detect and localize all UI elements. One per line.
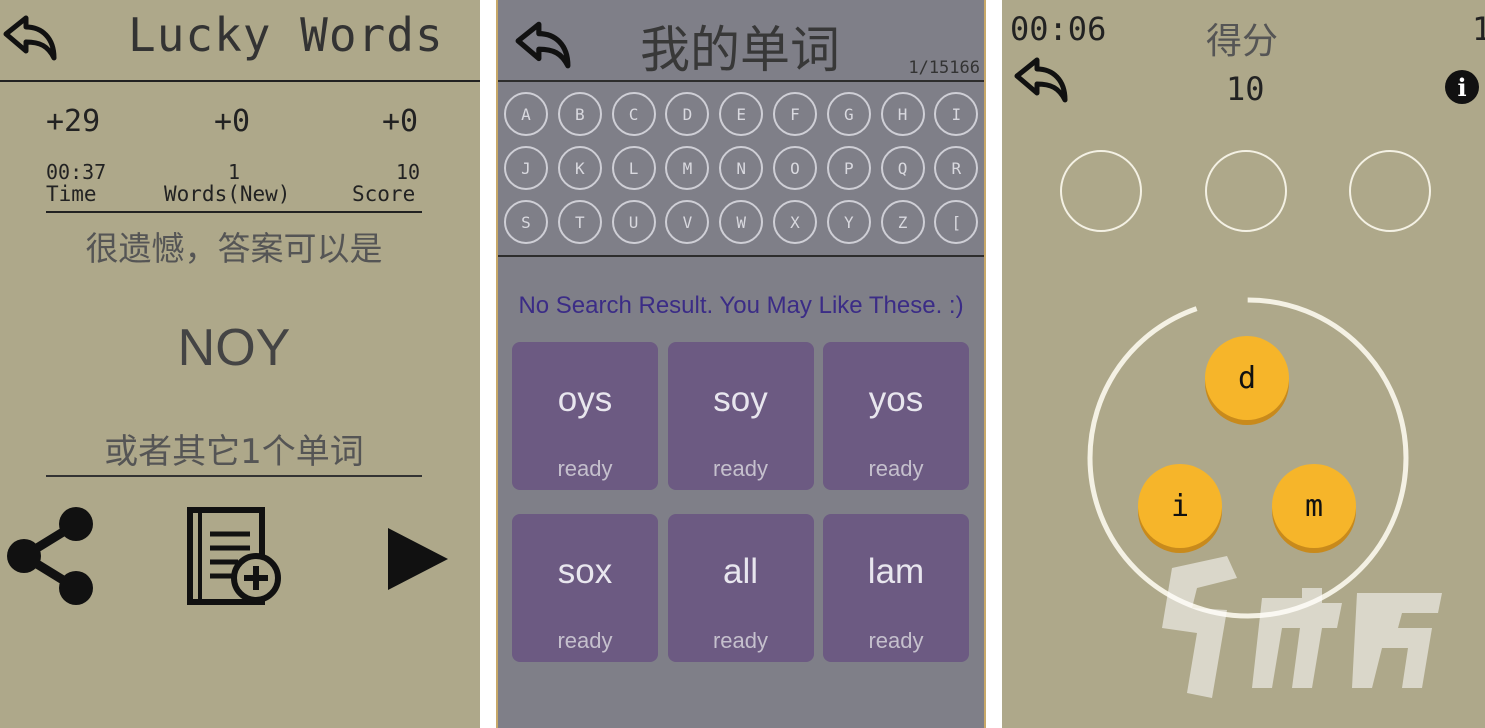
key-x[interactable]: X xyxy=(772,200,817,244)
key-i[interactable]: I xyxy=(934,92,979,136)
info-icon[interactable]: i xyxy=(1445,70,1479,104)
time-value: 00:37 xyxy=(46,160,107,184)
word-card-word: lam xyxy=(867,552,925,591)
key-h[interactable]: H xyxy=(880,92,925,136)
suggested-words-grid: oys ready soy ready yos ready sox ready … xyxy=(512,342,982,662)
key-g[interactable]: G xyxy=(826,92,871,136)
word-card-status: ready xyxy=(557,456,613,481)
key-q[interactable]: Q xyxy=(880,146,925,190)
key-e[interactable]: E xyxy=(719,92,764,136)
add-to-wordbook-icon[interactable] xyxy=(182,504,286,608)
key-w[interactable]: W xyxy=(719,200,764,244)
other-words-link[interactable]: 或者其它1个单词 xyxy=(0,424,468,473)
key-m[interactable]: M xyxy=(665,146,710,190)
word-card[interactable]: oys ready xyxy=(512,342,658,490)
back-arrow-icon[interactable] xyxy=(514,18,572,70)
word-card[interactable]: all ready xyxy=(667,514,814,662)
letter-tile[interactable]: d xyxy=(1205,336,1289,420)
word-card[interactable]: sox ready xyxy=(512,514,658,662)
key-u[interactable]: U xyxy=(611,200,656,244)
key-c[interactable]: C xyxy=(611,92,656,136)
word-card-word: sox xyxy=(557,552,613,591)
header-divider xyxy=(498,80,984,82)
word-card-word: yos xyxy=(868,380,924,419)
words-value: 1 xyxy=(228,160,241,184)
result-message: 很遗憾，答案可以是 xyxy=(85,229,383,268)
watermark-logo-icon xyxy=(1162,556,1442,698)
key-l[interactable]: L xyxy=(611,146,656,190)
word-card-status: ready xyxy=(712,628,769,653)
play-icon[interactable] xyxy=(386,526,450,592)
word-card[interactable]: soy ready xyxy=(667,342,814,490)
key-f[interactable]: F xyxy=(772,92,817,136)
score-value: 10 xyxy=(1226,70,1265,108)
key-j[interactable]: J xyxy=(504,146,548,190)
letter-tile[interactable]: m xyxy=(1272,464,1356,548)
word-card[interactable]: yos ready xyxy=(823,342,969,490)
header-divider xyxy=(0,80,480,82)
key-r[interactable]: R xyxy=(934,146,979,190)
word-card-status: ready xyxy=(868,456,924,481)
share-icon[interactable] xyxy=(4,504,96,608)
answer-divider xyxy=(46,475,422,477)
game-timer: 00:06 xyxy=(1010,10,1107,48)
stats-divider xyxy=(46,211,422,213)
letter-keyboard: A B C D E F G H I J K L M N O P Q R S T … xyxy=(504,92,984,254)
level-indicator: 1 xyxy=(1472,10,1485,48)
word-card[interactable]: lam ready xyxy=(823,514,969,662)
word-card-status: ready xyxy=(557,628,613,653)
key-k[interactable]: K xyxy=(557,146,602,190)
key-d[interactable]: D xyxy=(665,92,710,136)
my-words-screen: 我的单词 1/15166 A B C D E F G H I J K L M N… xyxy=(496,0,986,728)
word-card-status: ready xyxy=(712,456,769,481)
game-play-screen: 00:06 得分 1 10 i d i m xyxy=(1002,0,1485,728)
keyboard-divider xyxy=(498,255,984,257)
app-title: Lucky Words xyxy=(128,8,444,62)
word-card-word: all xyxy=(722,552,759,591)
page-title: 我的单词 xyxy=(640,21,840,79)
key-n[interactable]: N xyxy=(719,146,764,190)
letter-tile[interactable]: i xyxy=(1138,464,1222,548)
answer-slot[interactable] xyxy=(1205,150,1287,232)
word-card-word: oys xyxy=(557,380,613,419)
answer-slot[interactable] xyxy=(1349,150,1431,232)
key-o[interactable]: O xyxy=(772,146,817,190)
lucky-words-result-screen: Lucky Words +29 +0 +0 00:37 1 10 Time Wo… xyxy=(0,0,480,728)
answer-slot[interactable] xyxy=(1060,150,1142,232)
key-v[interactable]: V xyxy=(665,200,710,244)
key-p[interactable]: P xyxy=(826,146,871,190)
word-count: 1/15166 xyxy=(908,58,980,78)
key-a[interactable]: A xyxy=(504,92,548,136)
score-delta: +0 xyxy=(382,104,419,139)
score-value: 10 xyxy=(396,160,421,184)
key-z[interactable]: Z xyxy=(880,200,925,244)
key-b[interactable]: B xyxy=(557,92,602,136)
no-result-message: No Search Result. You May Like These. :) xyxy=(518,292,964,319)
back-arrow-icon[interactable] xyxy=(1012,54,1070,104)
answer-word: NOY xyxy=(177,319,291,377)
word-card-status: ready xyxy=(868,628,924,653)
time-delta: +29 xyxy=(46,104,101,139)
time-label: Time xyxy=(46,182,97,206)
words-label: Words(New) xyxy=(164,182,291,206)
key-t[interactable]: T xyxy=(557,200,602,244)
key-s[interactable]: S xyxy=(504,200,548,244)
word-card-word: soy xyxy=(713,380,768,419)
back-arrow-icon[interactable] xyxy=(2,12,58,62)
words-delta: +0 xyxy=(214,104,251,139)
key-bracket[interactable]: [ xyxy=(934,200,979,244)
key-y[interactable]: Y xyxy=(826,200,871,244)
score-label: Score xyxy=(352,182,416,206)
score-label: 得分 xyxy=(1206,21,1279,62)
